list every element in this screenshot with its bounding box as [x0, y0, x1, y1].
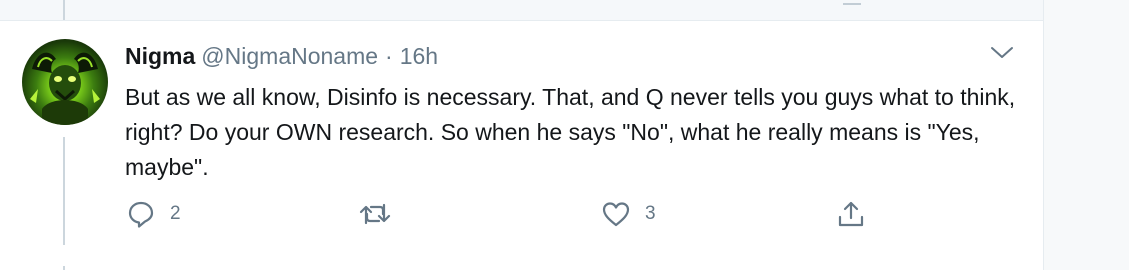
retweet-button[interactable] — [358, 196, 406, 232]
tweet-header: Nigma @NigmaNoname · 16h — [125, 41, 438, 71]
tweet-text: But as we all know, Disinfo is necessary… — [125, 84, 1016, 180]
thread-connector-line — [63, 137, 65, 245]
heart-icon — [602, 202, 630, 227]
previous-share-icon-fragment — [843, 0, 861, 5]
reply-icon — [128, 201, 154, 228]
thread-connector-bottom — [63, 266, 65, 270]
user-handle[interactable]: @NigmaNoname — [201, 41, 378, 71]
share-icon — [838, 201, 864, 227]
avatar[interactable] — [22, 39, 108, 125]
previous-tweet-edge[interactable] — [0, 0, 1043, 21]
more-options-button[interactable] — [988, 41, 1016, 65]
reply-count: 2 — [170, 203, 181, 224]
display-name[interactable]: Nigma — [125, 41, 195, 71]
reply-button[interactable]: 2 — [126, 196, 181, 232]
horned-creature-avatar-icon — [30, 52, 100, 125]
thread-connector-top — [63, 0, 65, 20]
tweet-actions: 2 3 — [0, 196, 1043, 232]
share-button[interactable] — [836, 196, 866, 232]
retweet-icon — [359, 203, 391, 225]
chevron-down-icon — [991, 47, 1013, 58]
separator-dot: · — [385, 43, 393, 69]
timestamp[interactable]: 16h — [400, 41, 438, 71]
timeline-column: Nigma @NigmaNoname · 16h But as we all k… — [0, 0, 1043, 270]
column-divider — [1043, 0, 1044, 270]
like-count: 3 — [645, 203, 656, 224]
like-button[interactable]: 3 — [601, 196, 656, 232]
